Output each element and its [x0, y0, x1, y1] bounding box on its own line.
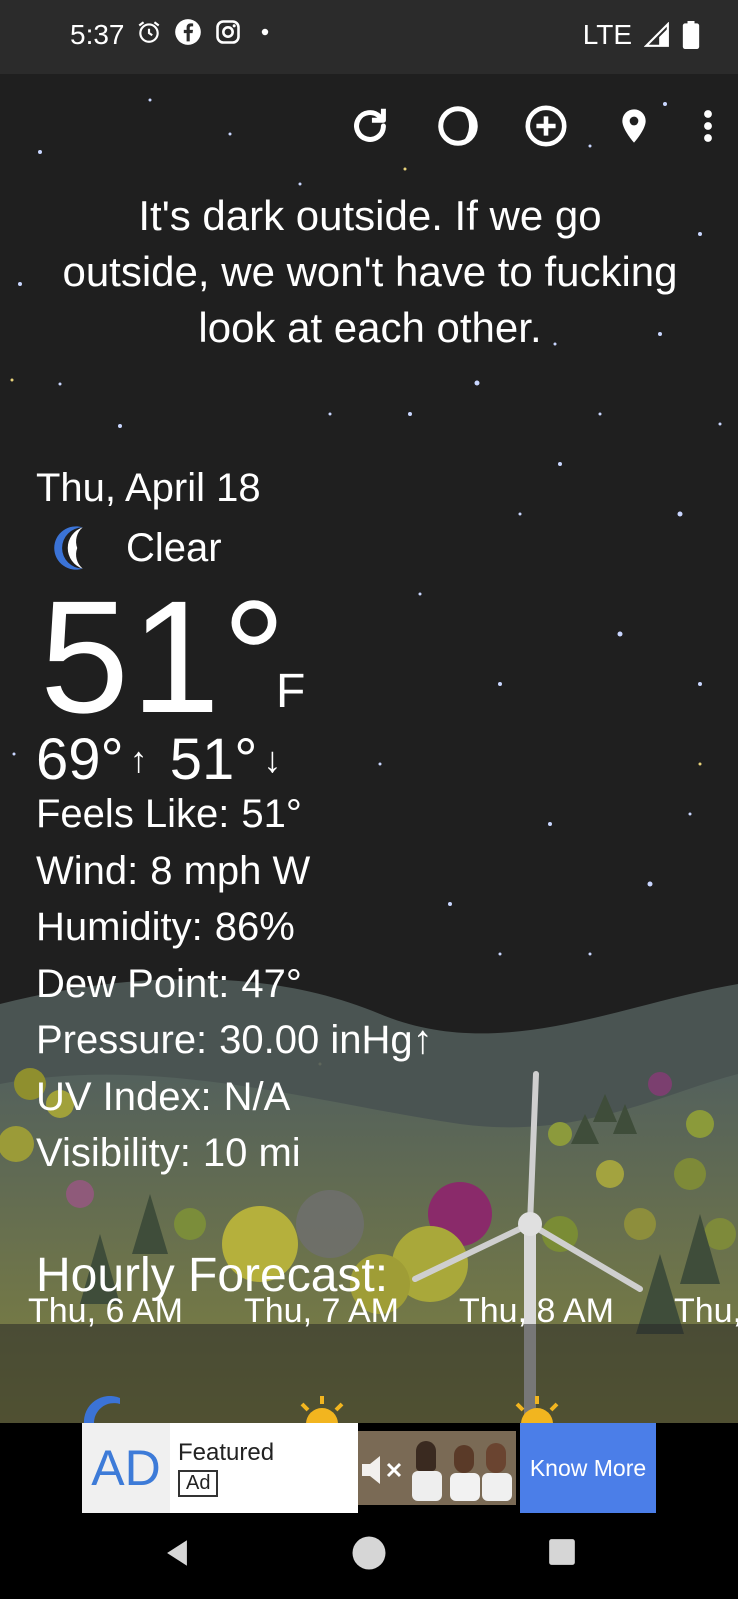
hourly-sun-icon [515, 1396, 559, 1423]
temperature-unit: F [276, 665, 306, 718]
theme-button[interactable] [434, 102, 482, 150]
back-icon[interactable] [160, 1535, 194, 1571]
detail-feels-like: Feels Like: 51° [36, 792, 302, 836]
ad-video-thumbnail[interactable] [358, 1431, 516, 1505]
notification-dot-icon [261, 28, 269, 36]
weather-quote: It's dark outside. If we go outside, we … [62, 192, 678, 351]
high-arrow-icon: ↑ [129, 738, 148, 780]
detail-visibility: Visibility: 10 mi [36, 1131, 301, 1175]
more-vert-icon [704, 110, 712, 142]
hourly-item[interactable]: Thu, 8 AM [459, 1292, 614, 1331]
alarm-icon [138, 21, 160, 43]
condition-label: Clear [126, 525, 222, 570]
signal-icon [644, 22, 669, 47]
hourly-moon-icon [83, 1396, 120, 1423]
add-location-button[interactable] [522, 102, 570, 150]
network-type: LTE [582, 19, 632, 50]
ad-tag: Ad [178, 1470, 219, 1497]
refresh-icon [354, 108, 386, 142]
current-date: Thu, April 18 [36, 466, 261, 510]
low-arrow-icon: ↓ [263, 738, 282, 780]
home-icon[interactable] [351, 1535, 387, 1571]
current-temperature: 51° [40, 567, 288, 746]
low-temp: 51° [169, 727, 258, 792]
facebook-icon [175, 19, 201, 45]
hourly-item[interactable]: Thu, 6 AM [28, 1292, 183, 1331]
hourly-item[interactable]: Thu, 7 AM [244, 1292, 399, 1331]
status-right: LTE [583, 19, 700, 51]
weather-details: Feels Like: 51° Wind: 8 mph W Humidity: 86%… [36, 786, 433, 1182]
high-low: 69° ↑ 51° ↓ [36, 726, 297, 793]
ad-card[interactable]: AD Featured Ad [82, 1423, 358, 1513]
system-nav-bar [0, 1513, 738, 1599]
muted-speaker-icon [362, 1456, 402, 1484]
weather-scene: It's dark outside. If we go outside, we … [0, 74, 738, 1423]
high-temp: 69° [36, 727, 124, 792]
detail-uv-index: UV Index: N/A [36, 1074, 291, 1119]
instagram-icon [216, 20, 240, 44]
location-button[interactable] [610, 102, 658, 150]
recents-icon[interactable] [548, 1538, 576, 1566]
status-time: 5:37 [70, 19, 125, 50]
battery-icon [682, 21, 700, 49]
refresh-button[interactable] [346, 102, 394, 150]
know-more-button[interactable]: Know More [520, 1423, 656, 1513]
detail-dew-point: Dew Point: 47° [36, 961, 302, 1006]
status-bar: 5:37 LTE [0, 0, 738, 74]
detail-humidity: Humidity: 86% [36, 905, 295, 949]
location-pin-icon [622, 109, 646, 143]
add-location-icon [525, 105, 567, 147]
moon-phase-icon [438, 106, 478, 146]
more-options-button[interactable] [698, 102, 718, 150]
status-icons [136, 18, 276, 46]
detail-wind: Wind: 8 mph W [36, 848, 311, 893]
ad-featured-label: Featured [178, 1439, 275, 1466]
ad-banner[interactable]: AD Featured Ad Know More [0, 1423, 738, 1513]
hourly-sun-icon [300, 1396, 344, 1423]
detail-pressure: Pressure: 30.00 inHg↑ [36, 1018, 433, 1062]
ad-logo: AD [82, 1423, 170, 1513]
toolbar [346, 102, 718, 150]
hourly-item[interactable]: Thu, [674, 1292, 738, 1331]
